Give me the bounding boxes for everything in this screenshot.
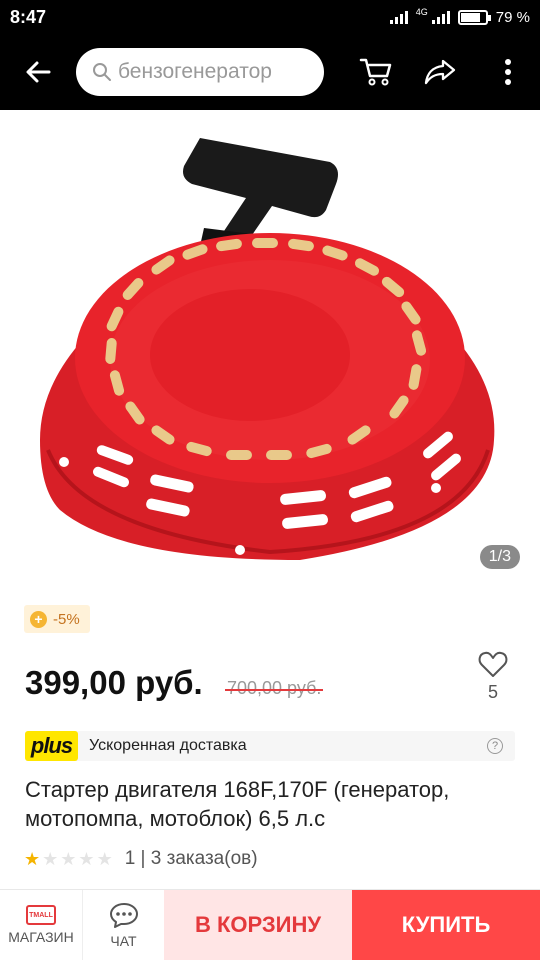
- wishlist-count: 5: [487, 682, 498, 702]
- more-button[interactable]: [478, 34, 538, 110]
- wishlist-button[interactable]: 5: [472, 650, 514, 703]
- star-icon: ★: [78, 848, 95, 869]
- store-icon: TMALL: [26, 905, 56, 925]
- help-icon[interactable]: ?: [487, 738, 503, 754]
- network-type: 4G: [415, 7, 428, 17]
- orders-count: 1 | 3 заказа(ов): [124, 848, 258, 869]
- signal-icon: [389, 10, 408, 24]
- status-bar: 8:47 4G 79 %: [0, 0, 540, 34]
- product-gallery[interactable]: 1/3: [0, 110, 540, 588]
- battery-level: 79 %: [495, 8, 530, 26]
- plus-logo: plus: [25, 731, 78, 761]
- product-image: [40, 138, 495, 560]
- share-icon: [424, 59, 456, 85]
- gallery-counter: 1/3: [479, 545, 520, 569]
- chat-label: ЧАТ: [110, 933, 137, 949]
- battery-icon: [457, 9, 491, 25]
- store-label: МАГАЗИН: [8, 929, 74, 945]
- back-button[interactable]: [0, 34, 76, 110]
- discount-value: -5%: [53, 610, 80, 628]
- current-price: 399,00 руб.: [25, 664, 203, 701]
- product-title: Стартер двигателя 168F,170F (генератор, …: [25, 777, 450, 831]
- search-box[interactable]: [76, 48, 324, 96]
- back-arrow-icon: [26, 61, 51, 83]
- share-button[interactable]: [410, 34, 470, 110]
- star-icon: ★: [42, 848, 59, 869]
- star-rating: ★ ★ ★ ★ ★: [24, 849, 113, 870]
- delivery-label: Ускоренная доставка: [89, 737, 247, 754]
- more-icon: [505, 59, 511, 85]
- buy-now-button[interactable]: КУПИТЬ: [352, 890, 540, 960]
- search-input[interactable]: [118, 60, 318, 84]
- status-indicators: 4G 79 %: [389, 7, 530, 26]
- search-icon: [93, 63, 111, 81]
- add-to-cart-button[interactable]: В КОРЗИНУ: [164, 890, 352, 960]
- star-icon: ★: [60, 848, 77, 869]
- signal-icon-2: [431, 10, 450, 24]
- clock: 8:47: [10, 6, 47, 27]
- cart-button[interactable]: [346, 34, 406, 110]
- bottom-action-bar: TMALL МАГАЗИН ЧАТ В КОРЗИНУ КУПИТЬ: [0, 889, 540, 960]
- delivery-banner[interactable]: plus Ускоренная доставка ?: [25, 731, 515, 761]
- heart-icon: [478, 651, 508, 677]
- star-icon: ★: [96, 848, 113, 869]
- cart-icon: [359, 58, 392, 86]
- star-icon: ★: [24, 848, 41, 869]
- store-button[interactable]: TMALL МАГАЗИН: [0, 890, 82, 960]
- chat-icon: [109, 903, 138, 928]
- top-nav: [0, 34, 540, 110]
- coin-icon: +: [30, 610, 47, 628]
- old-price: 700,00 руб.: [224, 678, 324, 698]
- discount-badge: + -5%: [24, 605, 90, 633]
- chat-button[interactable]: ЧАТ: [82, 890, 164, 960]
- rating-row[interactable]: ★ ★ ★ ★ ★ 1 | 3 заказа(ов): [24, 848, 258, 870]
